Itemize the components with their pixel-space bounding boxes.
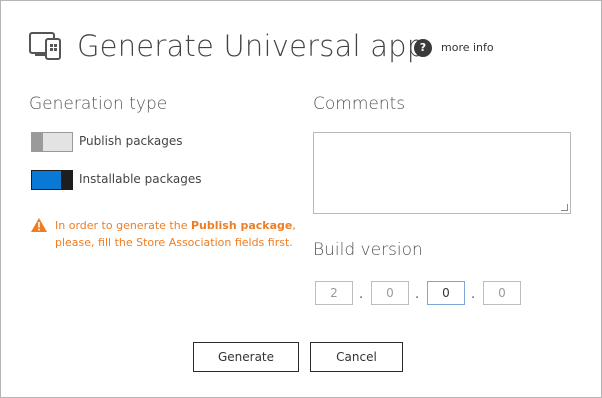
dialog-title: Generate Universal app	[77, 29, 426, 63]
version-separator: .	[359, 287, 364, 302]
version-separator: .	[415, 287, 420, 302]
generation-type-heading: Generation type	[29, 94, 168, 114]
version-separator: .	[471, 287, 476, 302]
comments-textarea[interactable]	[313, 132, 571, 214]
build-version-minor-field[interactable]: 0	[371, 281, 409, 305]
generate-universal-app-dialog: Generate Universal app ? more info Gener…	[0, 0, 602, 398]
build-version-revision-field[interactable]: 0	[483, 281, 521, 305]
publish-package-highlight: Publish package	[190, 219, 293, 232]
warning-icon	[31, 218, 47, 232]
build-version-heading: Build version	[313, 240, 423, 260]
build-version-build-field[interactable]: 0	[427, 281, 465, 305]
warning-text: In order to generate the Publish package…	[55, 219, 296, 249]
build-version-major-field[interactable]: 2	[315, 281, 353, 305]
question-icon[interactable]: ?	[414, 39, 432, 57]
generate-button[interactable]: Generate	[193, 342, 299, 372]
installable-packages-label: Installable packages	[79, 172, 202, 186]
publish-packages-label: Publish packages	[79, 134, 183, 148]
universal-app-icon	[29, 32, 61, 60]
installable-packages-toggle[interactable]	[31, 170, 73, 190]
resize-grip-icon[interactable]	[561, 204, 568, 211]
comments-heading: Comments	[313, 94, 406, 114]
more-info-link[interactable]: more info	[441, 41, 494, 54]
publish-packages-toggle[interactable]	[31, 132, 73, 152]
cancel-button[interactable]: Cancel	[310, 342, 403, 372]
